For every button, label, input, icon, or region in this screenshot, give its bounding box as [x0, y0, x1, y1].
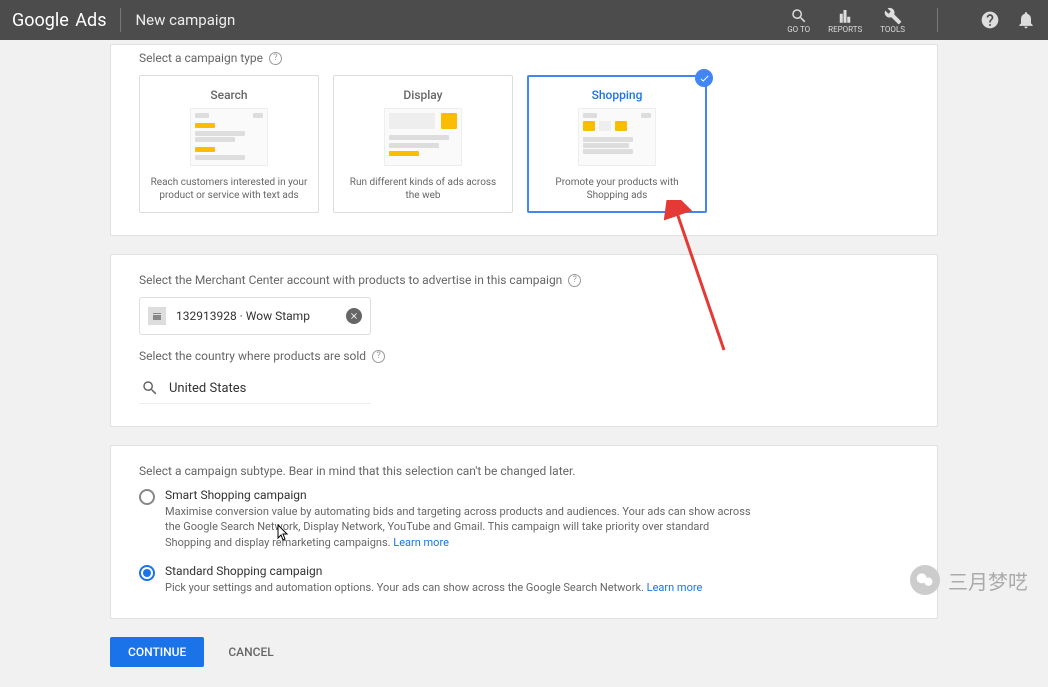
continue-button[interactable]: CONTINUE: [110, 637, 204, 667]
merchant-card: Select the Merchant Center account with …: [110, 254, 938, 427]
google-ads-logo: Google Ads: [12, 10, 106, 31]
merchant-value: 132913928 · Wow Stamp: [176, 309, 346, 323]
app-header: Google Ads New campaign GO TO REPORTS TO…: [0, 0, 1048, 40]
store-icon: [148, 307, 166, 325]
radio-smart-shopping[interactable]: Smart Shopping campaign Maximise convers…: [139, 488, 909, 550]
page-title: New campaign: [135, 11, 235, 29]
campaign-type-card: Select a campaign type ? Search Reach cu…: [110, 44, 938, 236]
divider: [937, 8, 938, 32]
goto-tool[interactable]: GO TO: [787, 7, 810, 34]
logo-text-ads: Ads: [71, 10, 107, 31]
country-select[interactable]: United States: [139, 373, 371, 404]
bell-icon[interactable]: [1016, 10, 1036, 30]
learn-more-link[interactable]: Learn more: [393, 536, 449, 549]
wrench-icon: [884, 7, 902, 25]
help-icon[interactable]: [980, 10, 1000, 30]
search-icon: [790, 7, 808, 25]
merchant-select[interactable]: 132913928 · Wow Stamp: [139, 297, 371, 335]
check-icon: [695, 69, 713, 87]
campaign-type-shopping[interactable]: Shopping Promote your products with Shop…: [527, 75, 707, 213]
radio-standard-shopping[interactable]: Standard Shopping campaign Pick your set…: [139, 564, 909, 595]
tools-tool[interactable]: TOOLS: [880, 7, 905, 34]
shopping-thumbnail: [578, 108, 656, 166]
country-label: Select the country where products are so…: [139, 349, 909, 363]
learn-more-link[interactable]: Learn more: [647, 581, 703, 594]
country-value: United States: [169, 381, 246, 396]
subtype-card: Select a campaign subtype. Bear in mind …: [110, 445, 938, 619]
search-thumbnail: [190, 108, 268, 166]
cancel-button[interactable]: CANCEL: [218, 637, 283, 667]
campaign-type-label: Select a campaign type ?: [139, 51, 909, 65]
search-icon: [141, 379, 159, 397]
watermark: 三月梦呓: [910, 565, 1028, 595]
content-area: Select a campaign type ? Search Reach cu…: [0, 44, 1048, 687]
help-icon[interactable]: ?: [269, 52, 282, 65]
help-icon[interactable]: ?: [568, 274, 581, 287]
help-icon[interactable]: ?: [372, 350, 385, 363]
clear-button[interactable]: [346, 308, 362, 324]
logo-text-google: Google: [12, 10, 69, 31]
bar-chart-icon: [836, 7, 854, 25]
radio-button[interactable]: [139, 565, 155, 581]
wechat-icon: [910, 565, 940, 595]
display-thumbnail: [384, 108, 462, 166]
reports-tool[interactable]: REPORTS: [828, 7, 862, 34]
header-right: GO TO REPORTS TOOLS: [787, 7, 1036, 34]
divider: [120, 8, 121, 32]
campaign-type-search[interactable]: Search Reach customers interested in you…: [139, 75, 319, 213]
merchant-label: Select the Merchant Center account with …: [139, 273, 909, 287]
radio-button[interactable]: [139, 489, 155, 505]
campaign-type-display[interactable]: Display Run different kinds of ads acros…: [333, 75, 513, 213]
action-buttons: CONTINUE CANCEL: [110, 637, 938, 667]
close-icon: [349, 311, 359, 321]
subtype-label: Select a campaign subtype. Bear in mind …: [139, 464, 909, 478]
